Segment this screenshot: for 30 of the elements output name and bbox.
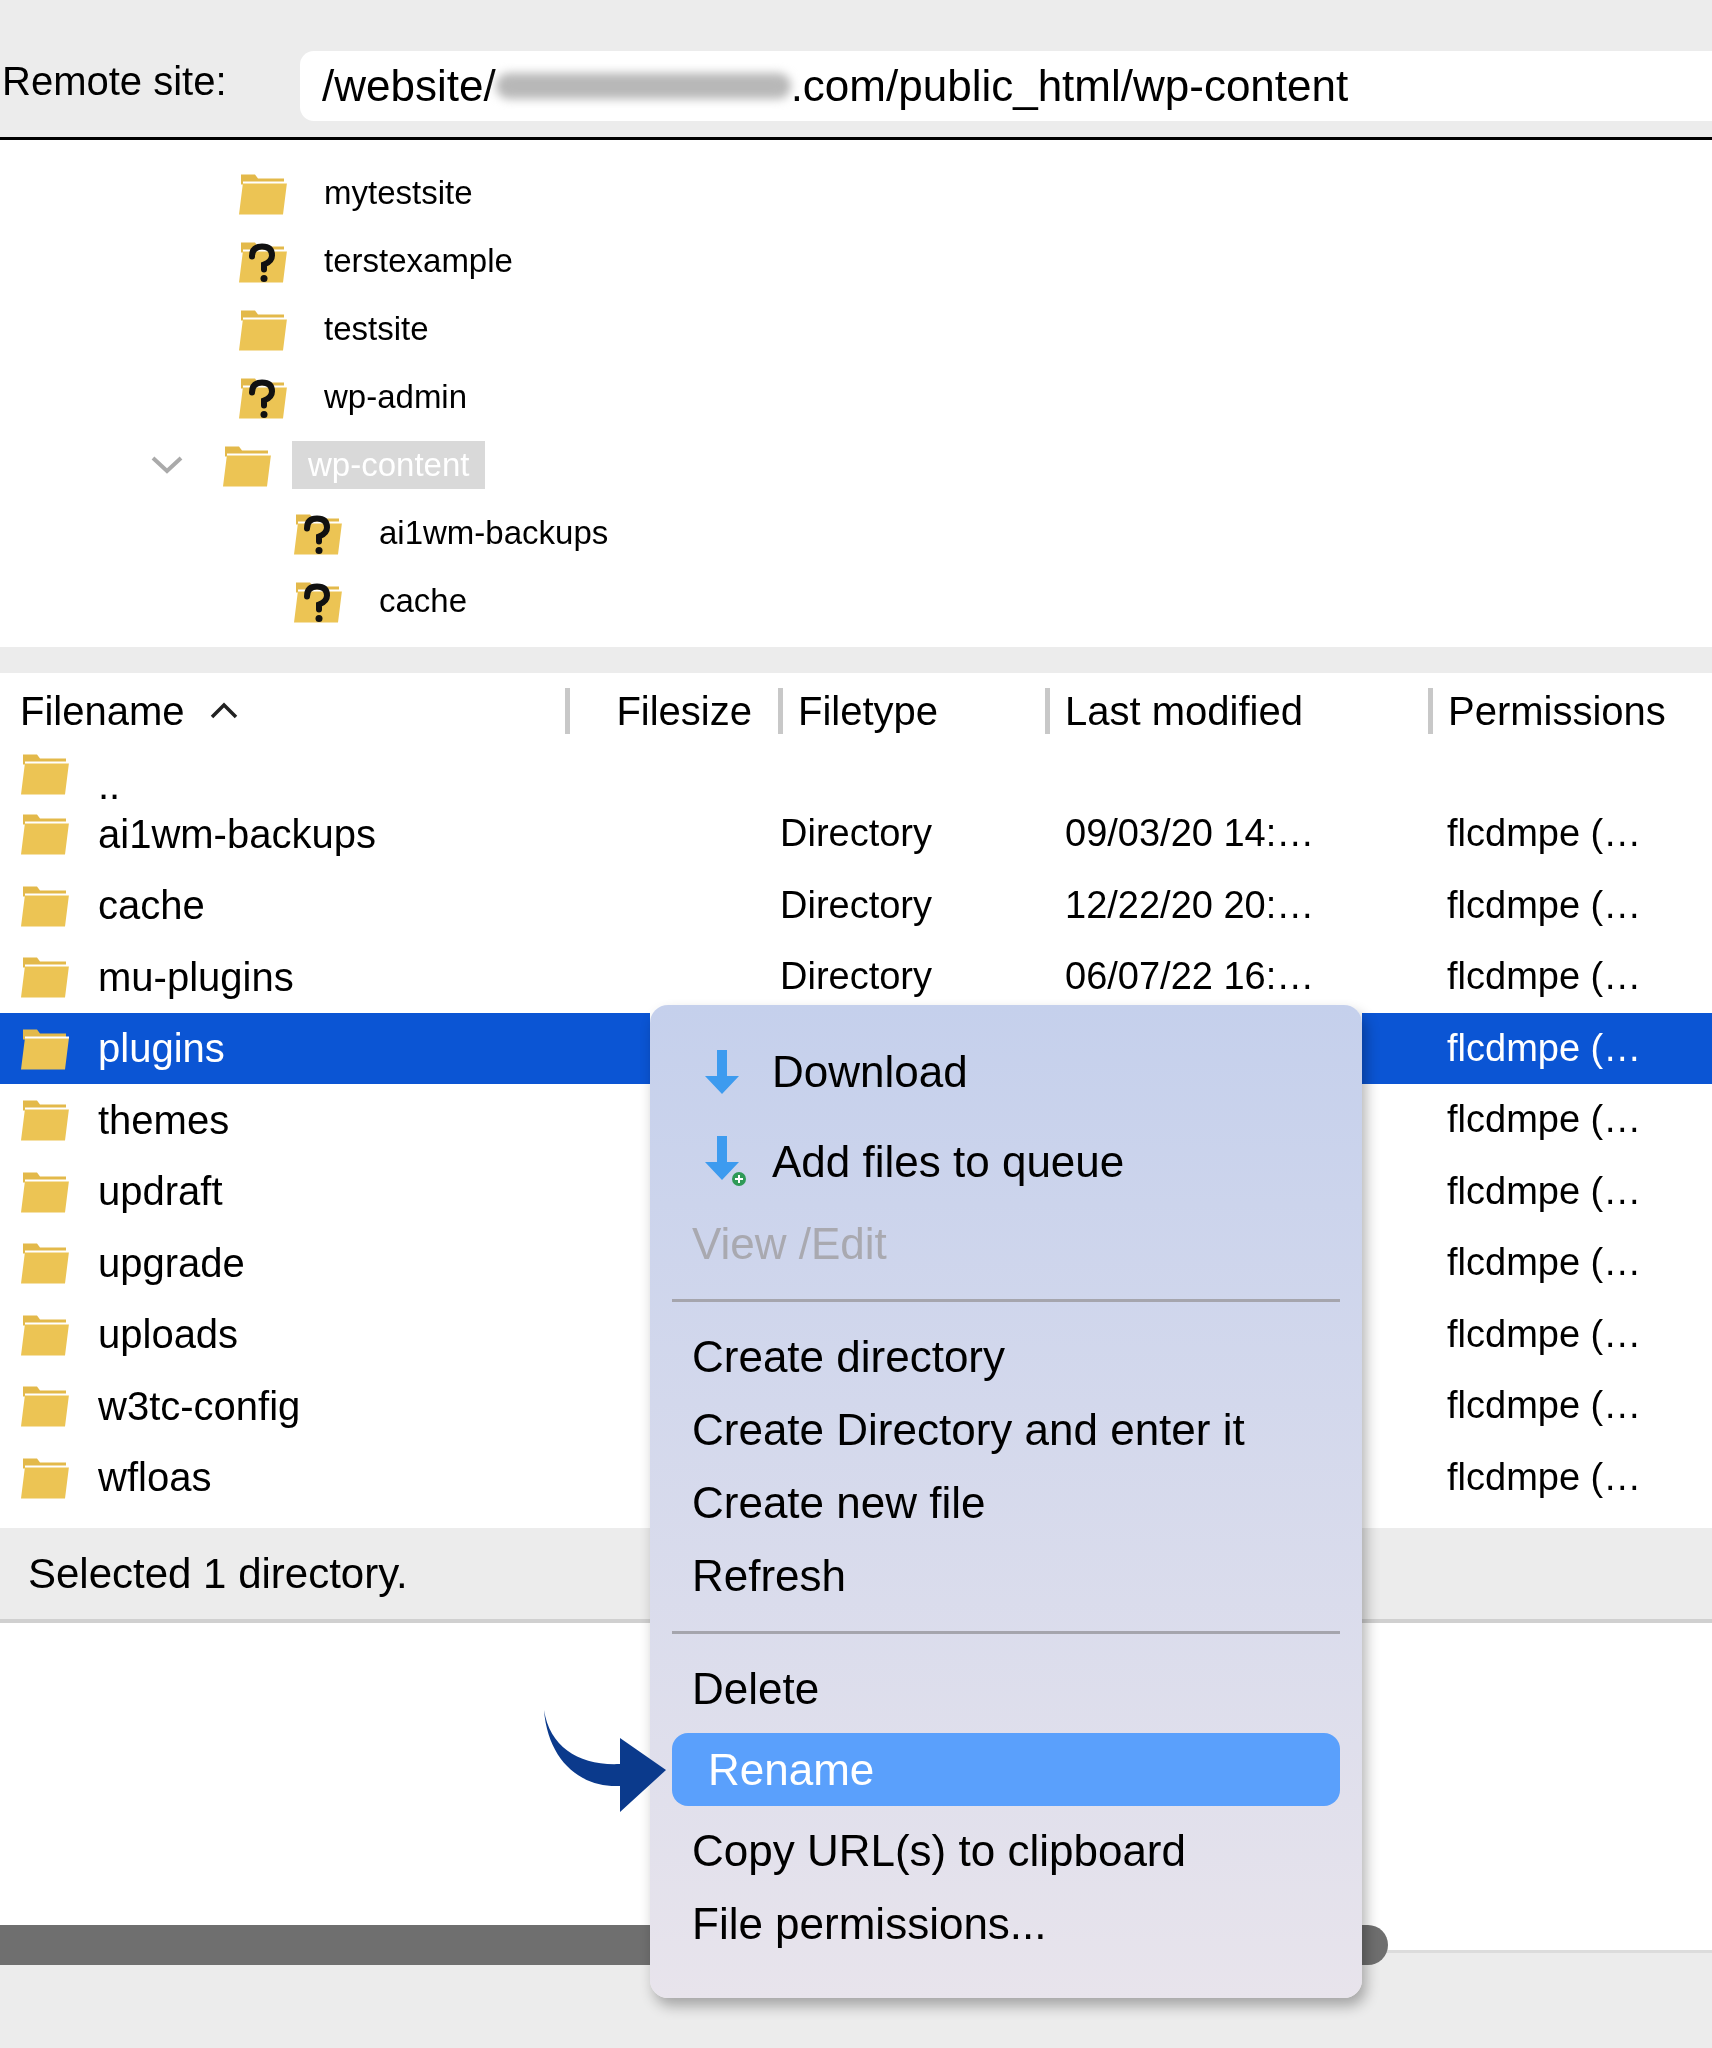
- table-cell: 09/03/20 14:…: [1065, 812, 1315, 855]
- menu-item: View /Edit: [691, 1217, 888, 1270]
- table-cell: Directory: [780, 955, 933, 998]
- table-cell: flcdmpe (…: [1447, 1169, 1642, 1212]
- file-name: wfloas: [98, 1457, 212, 1498]
- table-cell: flcdmpe (…: [1447, 1241, 1642, 1284]
- table-cell: flcdmpe (…: [1447, 1384, 1642, 1427]
- file-name: ..: [98, 765, 121, 805]
- table-cell: Directory: [780, 812, 933, 855]
- table-cell: flcdmpe (…: [1447, 1455, 1642, 1498]
- file-name: updraft: [98, 1171, 223, 1212]
- file-name: cache: [98, 885, 205, 926]
- table-cell: 06/07/22 16:…: [1065, 955, 1315, 998]
- file-name: themes: [98, 1099, 230, 1140]
- table-cell: flcdmpe (…: [1447, 955, 1642, 998]
- field-label: Remote site:: [1, 61, 228, 101]
- file-name: ai1wm-backups: [98, 813, 376, 854]
- status-text: Selected 1 directory.: [28, 1552, 408, 1595]
- table-cell: flcdmpe (…: [1447, 1312, 1642, 1355]
- table-cell: Directory: [780, 883, 933, 926]
- table-cell: flcdmpe (…: [1447, 812, 1642, 855]
- table-cell: 12/22/20 20:…: [1065, 883, 1315, 926]
- table-cell: flcdmpe (…: [1447, 1026, 1642, 1069]
- table-cell: flcdmpe (…: [1447, 1098, 1642, 1141]
- file-name: w3tc-config: [98, 1385, 301, 1426]
- file-name: plugins: [98, 1028, 225, 1069]
- file-name: mu-plugins: [98, 956, 294, 997]
- file-name: uploads: [98, 1314, 239, 1355]
- table-cell: flcdmpe (…: [1447, 883, 1642, 926]
- file-name: upgrade: [98, 1242, 245, 1283]
